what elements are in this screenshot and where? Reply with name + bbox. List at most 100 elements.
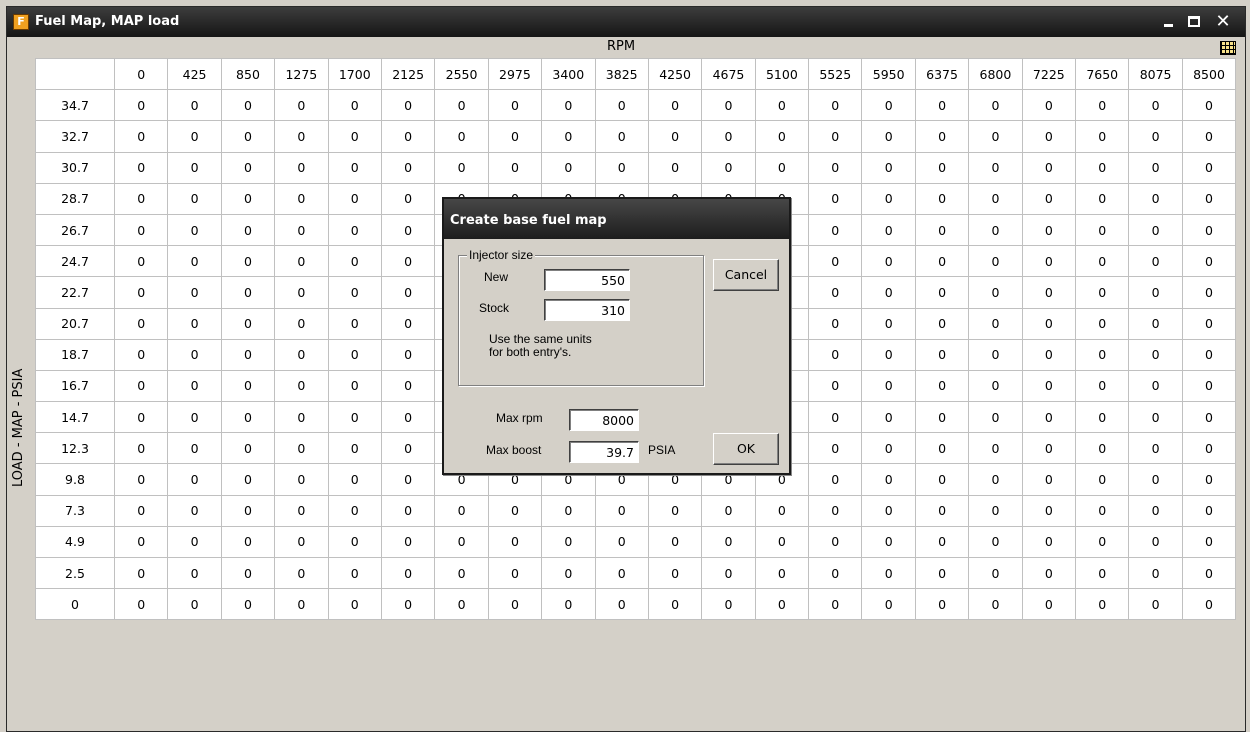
fuel-cell[interactable]: 0 [113,588,169,621]
load-row-header[interactable]: 20.7 [35,307,115,340]
fuel-cell[interactable]: 0 [434,120,489,153]
fuel-cell[interactable]: 0 [167,525,222,559]
fuel-cell[interactable]: 0 [968,245,1023,278]
fuel-cell[interactable]: 0 [1021,120,1077,153]
fuel-cell[interactable]: 0 [1021,151,1077,184]
rpm-column-header[interactable]: 7225 [1021,57,1077,91]
fuel-cell[interactable]: 0 [327,338,382,371]
fuel-cell[interactable]: 0 [754,556,810,590]
fuel-cell[interactable]: 0 [914,307,970,340]
fuel-cell[interactable]: 0 [1075,120,1130,153]
fuel-cell[interactable]: 0 [1075,494,1130,527]
rpm-column-header[interactable]: 5100 [754,57,810,91]
rpm-column-header[interactable]: 4675 [701,57,756,91]
load-row-header[interactable]: 16.7 [35,369,115,403]
fuel-cell[interactable]: 0 [434,89,489,122]
fuel-cell[interactable]: 0 [1075,151,1130,184]
fuel-cell[interactable]: 0 [113,89,169,122]
fuel-cell[interactable]: 0 [380,556,436,590]
fuel-cell[interactable]: 0 [861,89,916,122]
fuel-cell[interactable]: 0 [1075,276,1130,309]
fuel-cell[interactable]: 0 [274,307,329,340]
fuel-cell[interactable]: 0 [487,556,543,590]
fuel-cell[interactable]: 0 [594,89,649,122]
fuel-cell[interactable]: 0 [1128,182,1183,215]
load-row-header[interactable]: 24.7 [35,245,115,278]
fuel-cell[interactable]: 0 [327,525,382,559]
fuel-cell[interactable]: 0 [1181,463,1237,496]
fuel-cell[interactable]: 0 [541,89,596,122]
fuel-cell[interactable]: 0 [1128,588,1183,621]
fuel-cell[interactable]: 0 [861,588,916,621]
fuel-cell[interactable]: 0 [701,494,756,527]
fuel-cell[interactable]: 0 [380,182,436,215]
fuel-cell[interactable]: 0 [380,276,436,309]
rpm-column-header[interactable]: 3825 [594,57,649,91]
fuel-cell[interactable]: 0 [914,494,970,527]
fuel-cell[interactable]: 0 [968,401,1023,434]
fuel-cell[interactable]: 0 [327,432,382,465]
fuel-cell[interactable]: 0 [1181,245,1237,278]
rpm-column-header[interactable]: 850 [220,57,276,91]
load-row-header[interactable]: 34.7 [35,89,115,122]
fuel-cell[interactable]: 0 [167,120,222,153]
load-row-header[interactable]: 18.7 [35,338,115,371]
fuel-cell[interactable]: 0 [754,89,810,122]
fuel-cell[interactable]: 0 [380,338,436,371]
rpm-column-header[interactable]: 7650 [1075,57,1130,91]
fuel-cell[interactable]: 0 [113,245,169,278]
fuel-cell[interactable]: 0 [167,307,222,340]
load-row-header[interactable]: 7.3 [35,494,115,527]
fuel-cell[interactable]: 0 [808,369,863,403]
fuel-cell[interactable]: 0 [968,556,1023,590]
fuel-cell[interactable]: 0 [1021,463,1077,496]
rpm-column-header[interactable]: 8075 [1128,57,1183,91]
fuel-cell[interactable]: 0 [487,494,543,527]
fuel-cell[interactable]: 0 [274,245,329,278]
fuel-cell[interactable]: 0 [914,151,970,184]
grid-icon[interactable] [1220,41,1236,55]
fuel-cell[interactable]: 0 [274,182,329,215]
fuel-cell[interactable]: 0 [861,151,916,184]
fuel-cell[interactable]: 0 [1075,369,1130,403]
new-injector-field[interactable]: 550 [544,269,630,291]
fuel-cell[interactable]: 0 [327,401,382,434]
rpm-column-header[interactable]: 6800 [968,57,1023,91]
rpm-column-header[interactable]: 5950 [861,57,916,91]
fuel-cell[interactable]: 0 [808,494,863,527]
fuel-cell[interactable]: 0 [220,369,276,403]
fuel-cell[interactable]: 0 [808,432,863,465]
fuel-cell[interactable]: 0 [1128,276,1183,309]
fuel-cell[interactable]: 0 [1021,494,1077,527]
fuel-cell[interactable]: 0 [380,494,436,527]
ok-button[interactable]: OK [713,433,779,465]
fuel-cell[interactable]: 0 [968,494,1023,527]
fuel-cell[interactable]: 0 [808,276,863,309]
fuel-cell[interactable]: 0 [434,525,489,559]
load-row-header[interactable]: 2.5 [35,556,115,590]
fuel-cell[interactable]: 0 [274,276,329,309]
fuel-cell[interactable]: 0 [808,182,863,215]
rpm-column-header[interactable]: 2550 [434,57,489,91]
fuel-cell[interactable]: 0 [647,89,703,122]
fuel-cell[interactable]: 0 [380,463,436,496]
fuel-cell[interactable]: 0 [754,525,810,559]
fuel-cell[interactable]: 0 [1075,432,1130,465]
fuel-cell[interactable]: 0 [327,120,382,153]
fuel-cell[interactable]: 0 [1181,494,1237,527]
fuel-cell[interactable]: 0 [1128,401,1183,434]
fuel-cell[interactable]: 0 [1021,245,1077,278]
fuel-cell[interactable]: 0 [167,463,222,496]
fuel-cell[interactable]: 0 [1075,463,1130,496]
fuel-cell[interactable]: 0 [1128,338,1183,371]
fuel-cell[interactable]: 0 [167,151,222,184]
fuel-cell[interactable]: 0 [1181,120,1237,153]
fuel-cell[interactable]: 0 [541,556,596,590]
fuel-cell[interactable]: 0 [914,525,970,559]
fuel-cell[interactable]: 0 [808,151,863,184]
fuel-cell[interactable]: 0 [380,307,436,340]
fuel-cell[interactable]: 0 [1128,151,1183,184]
stock-injector-field[interactable]: 310 [544,299,630,321]
fuel-cell[interactable]: 0 [167,556,222,590]
fuel-cell[interactable]: 0 [1075,89,1130,122]
